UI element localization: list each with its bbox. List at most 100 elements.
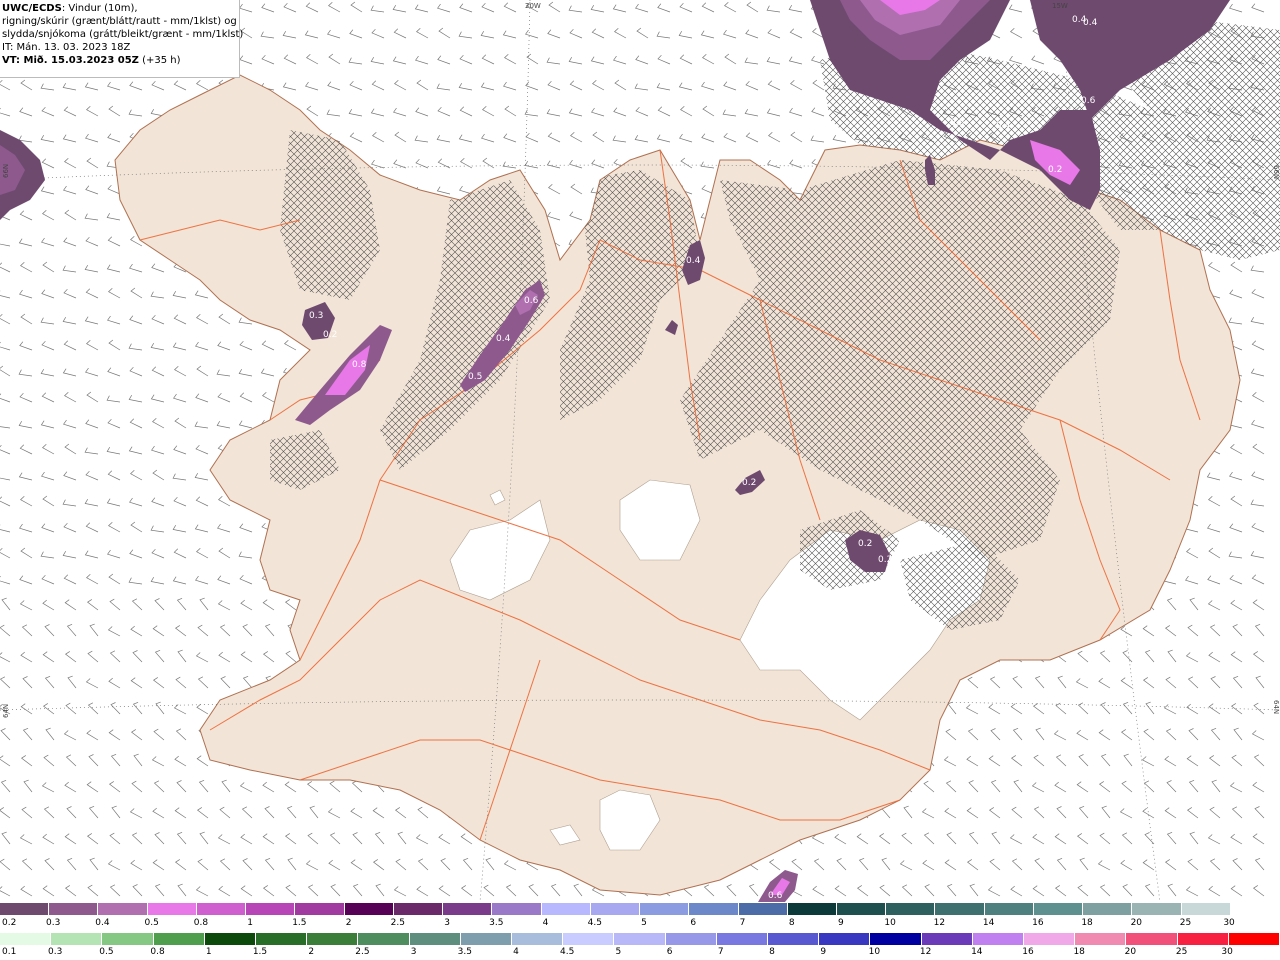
legend-swatch (1083, 903, 1133, 915)
legend-swatch (0, 903, 50, 915)
legend-swatch (409, 933, 461, 945)
legend-swatch (153, 933, 205, 945)
precip-value-label: 0.2 (1048, 165, 1062, 175)
legend-label: 9 (838, 918, 844, 928)
legend-label: 16 (1032, 918, 1044, 928)
legend-label: 1.5 (252, 947, 268, 957)
legend-swatch (1181, 903, 1231, 915)
legend-swatch (886, 903, 936, 915)
valid-time-line: VT: Mið. 15.03.2023 05Z (+35 h) (2, 54, 239, 67)
precip-value-label: 0.6 (768, 891, 783, 901)
legend-label: 20 (1130, 918, 1143, 928)
grid-label-15w: 15W (1052, 2, 1068, 10)
legend-label: 2.5 (390, 918, 406, 928)
legend-swatch (102, 933, 154, 945)
legend-label: 2.5 (355, 947, 370, 957)
legend-label: 4.5 (560, 947, 575, 957)
legend-swatch (460, 933, 513, 945)
valid-offset: (+35 h) (138, 55, 181, 66)
legend-swatch (51, 933, 103, 945)
precip-value-label: 0.5 (468, 372, 482, 382)
legend-swatch (492, 903, 542, 915)
legend-label: 20 (1124, 947, 1137, 957)
precip-value-label: 0.2 (742, 478, 756, 488)
legend-label: 3 (410, 947, 417, 957)
legend-label: 1 (205, 947, 212, 957)
grid-label-66n-left: 66N (2, 164, 10, 178)
legend-label: 7 (717, 947, 724, 957)
legend-label: 3 (444, 918, 450, 928)
precip-value-label: 0.4 (686, 256, 701, 266)
precip-value-label: 0.2 (878, 555, 892, 565)
precip-value-label: 0.6 (1081, 96, 1096, 106)
legend-label: 0.1 (2, 947, 17, 957)
legend-label: 25 (1179, 918, 1192, 928)
legend-label: 30 (1223, 918, 1235, 928)
legend-swatch (295, 903, 345, 915)
legend-label: 0.4 (95, 918, 110, 928)
legend-label: 0.5 (99, 947, 114, 957)
legend-label: 0.2 (2, 918, 17, 928)
legend-swatch (665, 933, 717, 945)
legend-swatch (972, 933, 1025, 945)
legend-swatch (393, 903, 444, 915)
legend-label: 0.8 (150, 947, 165, 957)
precip-value-label: 0.3 (309, 311, 323, 321)
legend-swatch (590, 903, 641, 915)
legend-label: 10 (868, 947, 881, 957)
legend-label: 30 (1221, 947, 1233, 957)
legend-swatch (1177, 933, 1229, 945)
rain-legend-labels: 0.1 0.3 0.5 0.8 1 1.5 2 2.5 3 3.5 4 4.5 5 6 7 8 9 10 12 14 1… (0, 946, 1280, 960)
legend-swatch (1230, 903, 1280, 915)
legend-swatch (689, 903, 739, 915)
precip-value-label: 0.2 (858, 539, 872, 549)
legend-swatch (246, 903, 296, 915)
header-snow-line: slydda/snjókoma (grátt/bleikt/grænt - mm… (2, 29, 244, 40)
legend-swatch (49, 903, 99, 915)
legend-swatch (256, 933, 308, 945)
legend-swatch (0, 933, 52, 945)
legend-label: 0.3 (48, 947, 63, 957)
precip-value-label: 0.8 (352, 360, 367, 370)
legend-swatch (204, 933, 257, 945)
legend-label: 25 (1175, 947, 1188, 957)
legend-label: 3.5 (489, 918, 504, 928)
legend-label: 4 (513, 947, 519, 957)
legend-swatch (1228, 933, 1280, 945)
header-product-line: UWC/ECDS: Vindur (10m), (2, 2, 239, 15)
legend-swatch (1024, 933, 1076, 945)
precip-value-label: 0.4 (496, 334, 511, 344)
legend-swatch (614, 933, 666, 945)
legend-swatch (870, 933, 922, 945)
legend-label: 12 (933, 918, 946, 928)
legend-swatch (1033, 903, 1084, 915)
grid-label-20w: 20W (525, 2, 541, 10)
legend-swatch (443, 903, 493, 915)
snow-legend-labels: 0.2 0.3 0.4 0.5 0.8 1 1.5 2 2.5 3 3.5 4 4.5 5 6 7 8 9 10 12… (0, 917, 1280, 931)
legend-label: 8 (788, 918, 795, 928)
rain-color-legend (0, 933, 1280, 945)
legend-label: 0.5 (144, 918, 159, 928)
legend-label: 0.3 (46, 918, 61, 928)
legend-swatch (358, 933, 410, 945)
legend-swatch (768, 933, 820, 945)
legend-label: 7 (739, 918, 746, 928)
precip-value-label: 0.2 (323, 330, 337, 340)
legend-label: 9 (820, 947, 827, 957)
legend-swatch (563, 933, 615, 945)
legend-swatch (307, 933, 359, 945)
header-rain-line: rigning/skúrir (grænt/blátt/rautt - mm/1… (2, 16, 237, 27)
legend-label: 2 (345, 918, 352, 928)
precip-value-label: 0.5 (950, 118, 964, 128)
legend-label: 5 (615, 947, 622, 957)
map-header: UWC/ECDS: Vindur (10m), rigning/skúrir (… (0, 0, 244, 78)
legend-swatch (1132, 903, 1182, 915)
legend-label: 1 (247, 918, 254, 928)
product-desc: : Vindur (10m), (61, 3, 138, 14)
legend-label: 2 (308, 947, 315, 957)
legend-swatch (98, 903, 148, 915)
legend-swatch (921, 933, 973, 945)
grid-label-64n-right: 64N (1272, 700, 1280, 714)
legend-label: 4 (542, 918, 549, 928)
legend-swatch (984, 903, 1034, 915)
